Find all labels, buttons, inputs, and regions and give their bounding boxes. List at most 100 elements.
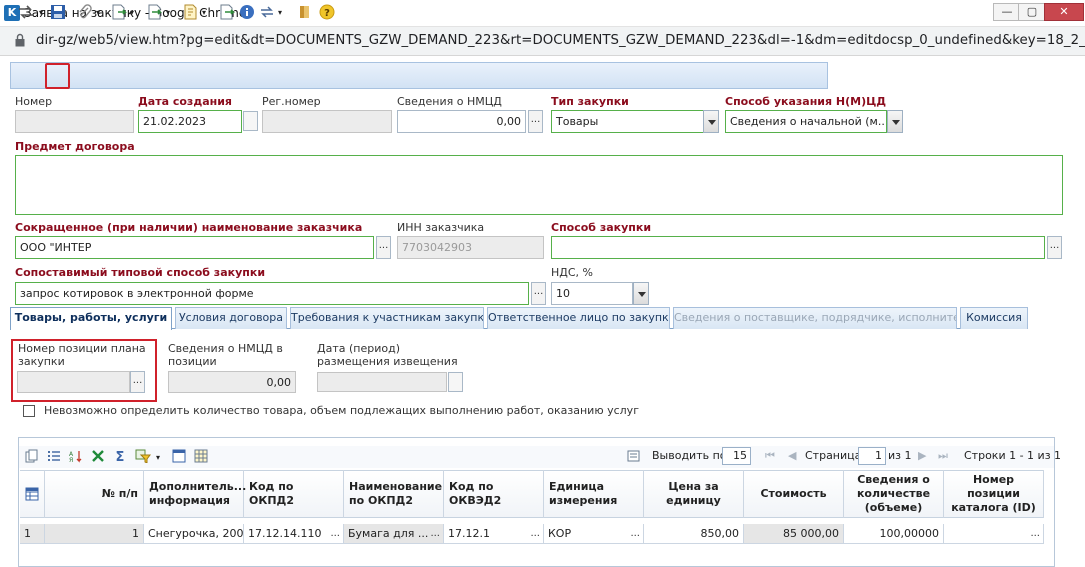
page-of-label: из 1	[888, 449, 912, 462]
document-import-icon[interactable]	[146, 4, 164, 22]
page-settings-icon[interactable]	[626, 449, 642, 467]
unit-picker-button[interactable]: ...	[630, 524, 640, 543]
document-edit-icon[interactable]	[182, 4, 200, 22]
page-size-input[interactable]: 15	[722, 447, 751, 465]
nmcd-picker-button[interactable]: ...	[528, 110, 543, 133]
regnum-field[interactable]	[262, 110, 392, 133]
sync-icon[interactable]	[15, 4, 37, 22]
plan-position-field[interactable]	[17, 371, 130, 393]
swap-dropdown-icon[interactable]: ▾	[276, 4, 284, 22]
customer-inn-label: ИНН заказчика	[397, 221, 485, 234]
column-header-num[interactable]: № п/п	[45, 470, 144, 518]
column-header-okpd-name[interactable]: Наименование по ОКПД2	[344, 470, 444, 518]
minimize-button[interactable]: —	[993, 3, 1021, 21]
okved-picker-button[interactable]: ...	[530, 524, 540, 543]
attach-icon[interactable]	[76, 4, 94, 22]
row-quantity-cell[interactable]: 100,00000	[844, 524, 944, 544]
row-okpd-cell[interactable]: 17.12.14.110...	[244, 524, 344, 544]
catalog-picker-button[interactable]: ...	[1030, 524, 1040, 543]
sort-icon[interactable]: AЯ	[68, 449, 84, 467]
row-okved-cell[interactable]: 17.12.1...	[444, 524, 544, 544]
copy-icon[interactable]	[24, 449, 40, 467]
close-button[interactable]: ✕	[1044, 3, 1084, 21]
import-dropdown-icon[interactable]: ▾	[164, 4, 172, 22]
okpd-name-picker-button[interactable]: ...	[430, 524, 440, 543]
notice-date-field[interactable]	[317, 372, 447, 392]
column-header-quantity[interactable]: Сведения о количестве (объеме)	[844, 470, 944, 518]
tab-supplier-info[interactable]: Сведения о поставщике, подрядчике, испол…	[673, 307, 957, 329]
calendar-icon[interactable]	[243, 111, 258, 131]
filter-icon[interactable]	[134, 449, 152, 467]
window-icon[interactable]	[171, 449, 187, 467]
customer-picker-button[interactable]: ...	[376, 236, 391, 259]
filter-dropdown-icon[interactable]: ▾	[154, 449, 162, 467]
row-index-cell[interactable]: 1	[20, 524, 45, 544]
nmcd-field[interactable]: 0,00	[397, 110, 526, 133]
customer-inn-field[interactable]: 7703042903	[397, 236, 544, 259]
column-header-catalog[interactable]: Номер позиции каталога (ID)	[944, 470, 1044, 518]
row-catalog-cell[interactable]: ...	[944, 524, 1044, 544]
column-header-info[interactable]: Дополнитель... информация	[144, 470, 246, 518]
table-icon[interactable]	[193, 449, 209, 467]
column-header-okpd[interactable]: Код по ОКПД2	[244, 470, 344, 518]
tab-participant-requirements[interactable]: Требования к участникам закупки	[290, 307, 484, 329]
tab-responsible-person[interactable]: Ответственное лицо по закупке	[487, 307, 670, 329]
nmcd-method-dropdown-icon[interactable]	[887, 110, 903, 133]
row-unit-cell[interactable]: КОР...	[544, 524, 644, 544]
excel-icon[interactable]	[90, 449, 106, 467]
column-header-cost[interactable]: Стоимость	[744, 470, 844, 518]
tab-contract-terms[interactable]: Условия договора	[175, 307, 287, 329]
swap-icon[interactable]	[258, 4, 276, 22]
nmcd-method-select[interactable]: Сведения о начальной (м...	[725, 110, 887, 133]
numbered-list-icon[interactable]	[46, 449, 62, 467]
vat-select[interactable]: 10	[551, 282, 633, 305]
last-page-icon[interactable]: ⏭	[938, 449, 948, 463]
save-icon[interactable]	[49, 4, 67, 22]
attach-dropdown-icon[interactable]: ▾	[94, 4, 102, 22]
tab-goods-works-services[interactable]: Товары, работы, услуги	[10, 307, 172, 330]
typical-method-picker-button[interactable]: ...	[531, 282, 546, 305]
purchase-type-select[interactable]: Товары	[551, 110, 704, 133]
lock-icon	[15, 33, 25, 47]
created-date-field[interactable]: 21.02.2023	[138, 110, 242, 133]
tab-commission[interactable]: Комиссия	[960, 307, 1028, 329]
purchase-type-dropdown-icon[interactable]	[703, 110, 719, 133]
exit-icon[interactable]	[296, 4, 314, 22]
row-price-cell[interactable]: 850,00	[644, 524, 744, 544]
row-cost-cell[interactable]: 85 000,00	[744, 524, 844, 544]
plan-position-picker-button[interactable]: ...	[130, 371, 145, 393]
notice-calendar-icon[interactable]	[448, 372, 463, 392]
row-okpd-name-cell[interactable]: Бумага для ......	[344, 524, 444, 544]
help-icon[interactable]: ?	[318, 4, 336, 22]
prev-page-icon[interactable]: ◀	[788, 449, 796, 462]
number-field[interactable]	[15, 110, 134, 133]
row-info-cell[interactable]: Снегурочка, 200	[144, 524, 244, 544]
okpd-picker-button[interactable]: ...	[330, 524, 340, 543]
column-header-unit[interactable]: Единица измерения	[544, 470, 644, 518]
column-header-price[interactable]: Цена за единицу	[644, 470, 744, 518]
subject-textarea[interactable]	[15, 155, 1063, 215]
page-input[interactable]: 1	[858, 447, 886, 465]
document-arrow-icon[interactable]	[218, 4, 236, 22]
column-settings-icon[interactable]	[20, 470, 45, 518]
row-num-cell[interactable]: 1	[45, 524, 144, 544]
maximize-button[interactable]: ▢	[1018, 3, 1046, 21]
url-text[interactable]: dir-gz/web5/view.htm?pg=edit&dt=DOCUMENT…	[36, 33, 1085, 48]
next-page-icon[interactable]: ▶	[918, 449, 926, 462]
nmcd-position-field[interactable]: 0,00	[168, 371, 296, 393]
info-icon[interactable]	[238, 4, 256, 22]
quantity-undeterminable-checkbox[interactable]	[23, 405, 35, 417]
customer-short-field[interactable]: ООО "ИНТЕР	[15, 236, 374, 259]
document-export-icon[interactable]	[110, 4, 128, 22]
edit-dropdown-icon[interactable]: ▾	[200, 4, 208, 22]
vat-dropdown-icon[interactable]	[633, 282, 649, 305]
purchase-method-field[interactable]	[551, 236, 1045, 259]
sum-icon[interactable]: Σ	[112, 449, 128, 467]
sync-dropdown-icon[interactable]: ▾	[37, 4, 45, 22]
purchase-method-picker-button[interactable]: ...	[1047, 236, 1062, 259]
column-header-okved[interactable]: Код по ОКВЭД2	[444, 470, 544, 518]
export-dropdown-icon[interactable]: ▾	[128, 4, 136, 22]
address-bar[interactable]: dir-gz/web5/view.htm?pg=edit&dt=DOCUMENT…	[0, 27, 1085, 56]
first-page-icon[interactable]: ⏮	[765, 449, 775, 463]
typical-method-field[interactable]: запрос котировок в электронной форме	[15, 282, 529, 305]
